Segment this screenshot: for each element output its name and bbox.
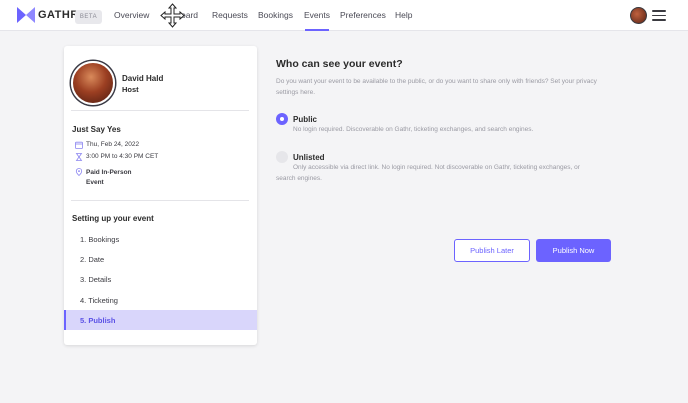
host-name: David Hald	[122, 74, 164, 83]
nav-help[interactable]: Help	[395, 10, 412, 20]
menu-icon[interactable]	[652, 10, 666, 21]
step-ticketing[interactable]: 4. Ticketing	[80, 296, 118, 305]
public-radio[interactable]	[276, 113, 288, 125]
unlisted-option-desc: Only accessible via direct link. No logi…	[276, 164, 580, 182]
unlisted-option-label[interactable]: Unlisted	[293, 153, 325, 162]
brand-name: GATHR	[38, 9, 79, 21]
event-date-row: Thu, Feb 24, 2022	[75, 141, 139, 149]
user-avatar[interactable]	[630, 7, 647, 24]
publish-later-button[interactable]: Publish Later	[454, 239, 530, 262]
gathr-logo[interactable]: GATHR	[17, 7, 79, 23]
event-title: Just Say Yes	[72, 125, 121, 134]
calendar-icon	[75, 141, 83, 149]
host-avatar	[71, 61, 115, 105]
step-bookings[interactable]: 1. Bookings	[80, 235, 119, 244]
nav-preferences[interactable]: Preferences	[340, 10, 386, 20]
page-title: Who can see your event?	[276, 58, 403, 70]
event-type-row: Paid In-Person Event	[75, 168, 132, 188]
step-date[interactable]: 2. Date	[80, 255, 104, 264]
event-type-cont: Event	[86, 179, 104, 186]
gathr-logo-icon	[17, 7, 35, 23]
public-option-desc: No login required. Discoverable on Gathr…	[293, 126, 534, 133]
location-pin-icon	[75, 168, 83, 176]
event-type: Paid In-Person	[86, 169, 132, 176]
nav-bookings[interactable]: Bookings	[258, 10, 293, 20]
nav-overview[interactable]: Overview	[114, 10, 149, 20]
event-time: 3:00 PM to 4:30 PM CET	[86, 153, 159, 160]
step-publish[interactable]: 5. Publish	[80, 316, 115, 325]
divider	[71, 110, 249, 111]
divider	[71, 200, 249, 201]
nav-requests[interactable]: Requests	[212, 10, 248, 20]
page-description: Do you want your event to be available t…	[276, 78, 597, 96]
setup-section-title: Setting up your event	[72, 214, 154, 223]
top-nav-bar: GATHR BETA Overview oard Requests Bookin…	[0, 0, 688, 31]
event-date: Thu, Feb 24, 2022	[86, 141, 140, 148]
nav-events[interactable]: Events	[304, 10, 330, 20]
step-details[interactable]: 3. Details	[80, 275, 111, 284]
host-role: Host	[122, 85, 139, 94]
move-cursor-icon	[160, 3, 185, 33]
event-time-row: 3:00 PM to 4:30 PM CET	[75, 153, 158, 161]
active-tab-indicator	[305, 29, 329, 31]
hourglass-icon	[75, 153, 83, 161]
public-option-label[interactable]: Public	[293, 115, 317, 124]
beta-badge: BETA	[75, 10, 102, 24]
publish-now-button[interactable]: Publish Now	[536, 239, 611, 262]
